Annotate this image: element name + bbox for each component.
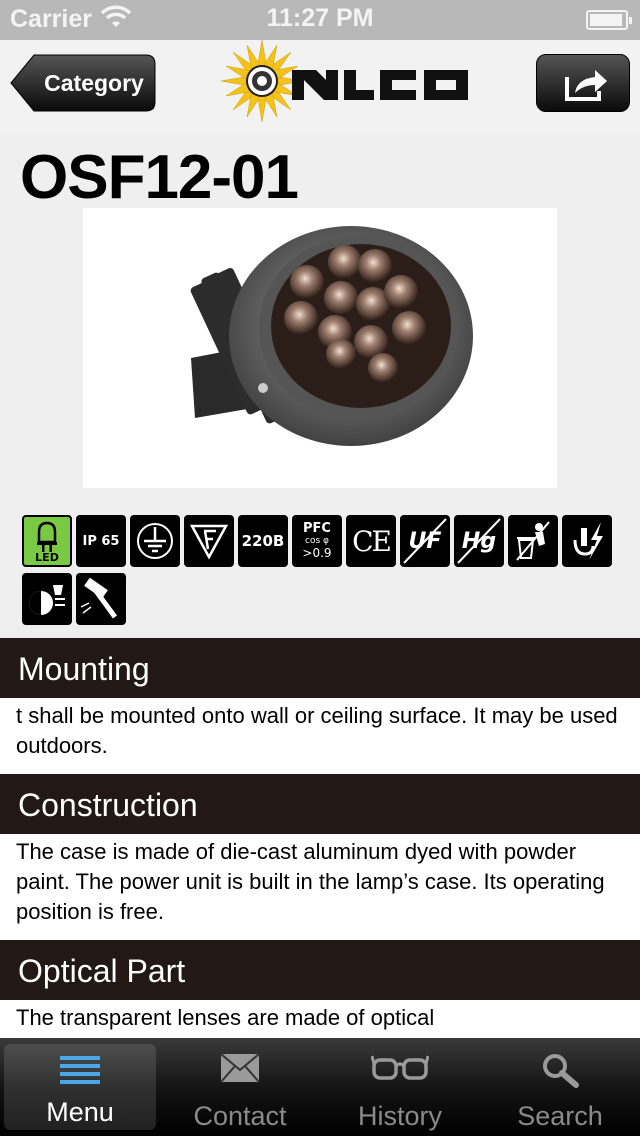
tab-menu-label: Menu	[46, 1097, 114, 1127]
section-body-optical: The transparent lenses are made of optic…	[0, 1000, 640, 1038]
status-bar: Carrier 11:27 PM	[0, 0, 640, 40]
hammer-icon	[76, 573, 126, 625]
share-icon	[565, 70, 607, 101]
status-time: 11:27 PM	[266, 4, 374, 32]
tab-contact-label: Contact	[193, 1101, 287, 1131]
battery-icon	[586, 10, 632, 30]
voltage-badge: 220B	[238, 515, 288, 567]
back-button[interactable]: Category	[10, 54, 156, 112]
product-photo	[83, 208, 557, 488]
menu-icon	[60, 1056, 100, 1084]
tab-contact[interactable]: Contact	[160, 1038, 320, 1136]
section-body-mounting: t shall be mounted onto wall or ceiling …	[0, 698, 640, 774]
led-badge: LED	[22, 515, 72, 567]
tab-history-label: History	[357, 1101, 442, 1131]
pfc-value: >0.9	[302, 546, 332, 560]
nlco-logo	[208, 39, 488, 134]
envelope-icon	[220, 1053, 260, 1083]
f-mark-icon	[184, 515, 234, 567]
tab-bar: Menu Contact History Search	[0, 1038, 640, 1136]
tab-search[interactable]: Search	[480, 1038, 640, 1136]
recycle-bin-icon	[508, 515, 558, 567]
back-button-label: Category	[44, 70, 144, 96]
sensor-icon	[22, 573, 72, 625]
pfc-badge: PFC cos φ >0.9	[292, 515, 342, 567]
uf-badge: UF	[400, 515, 450, 567]
section-header-construction: Construction	[0, 774, 640, 834]
magnifier-icon	[543, 1054, 579, 1088]
glasses-icon	[371, 1055, 429, 1080]
ce-mark: CE	[346, 515, 396, 567]
tab-menu[interactable]: Menu	[4, 1044, 156, 1130]
share-button[interactable]	[536, 54, 630, 112]
section-body-construction: The case is made of die-cast aluminum dy…	[0, 834, 640, 940]
section-header-optical: Optical Part	[0, 940, 640, 1000]
product-title: OSF12-01	[20, 143, 299, 212]
hg-badge: Hg	[454, 515, 504, 567]
navigation-bar: Category	[0, 39, 640, 134]
led-label: LED	[35, 550, 59, 564]
logo-wordmark	[292, 70, 468, 100]
section-header-mounting: Mounting	[0, 638, 640, 698]
tab-history[interactable]: History	[320, 1038, 480, 1136]
led-bulb-icon	[37, 521, 57, 552]
ip65-badge: IP 65	[76, 515, 126, 567]
pfc-title: PFC	[303, 521, 331, 536]
electric-shock-icon	[562, 515, 612, 567]
tab-search-label: Search	[517, 1101, 603, 1131]
ground-icon	[130, 515, 180, 567]
